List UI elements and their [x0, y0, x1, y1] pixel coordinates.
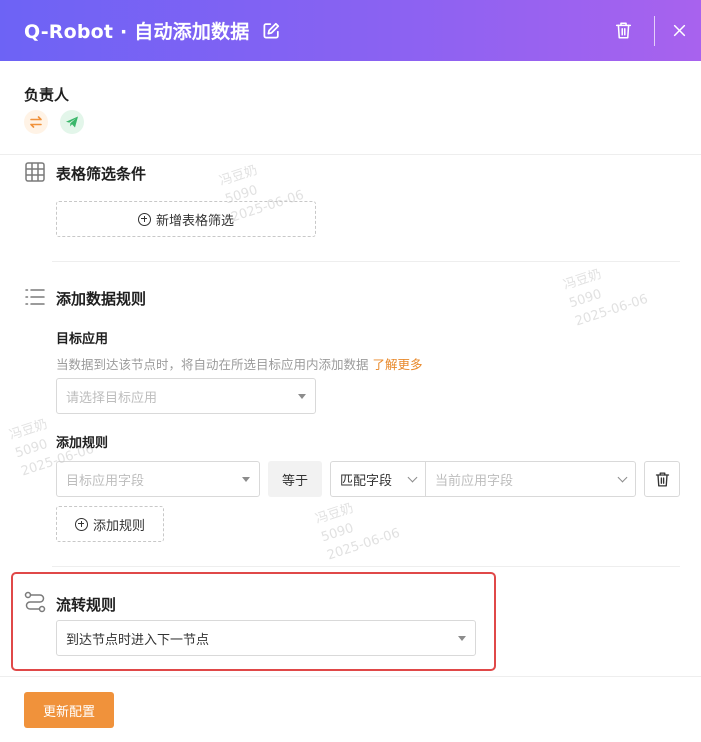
flow-rule-select[interactable]: 到达节点时进入下一节点: [56, 620, 476, 656]
close-button[interactable]: [671, 23, 687, 39]
divider: [0, 154, 701, 155]
caret-down-icon: [458, 635, 466, 641]
owner-label: 负责人: [24, 86, 70, 104]
current-field-placeholder: 当前应用字段: [435, 473, 514, 489]
table-icon: [25, 162, 45, 182]
send-notification-button[interactable]: [60, 110, 84, 134]
edit-title-button[interactable]: [261, 21, 281, 41]
header-divider: [654, 15, 655, 46]
owner-avatars: [24, 110, 84, 134]
divider: [52, 261, 680, 262]
target-app-hint-text: 当数据到达该节点时，将自动在所选目标应用内添加数据: [56, 357, 369, 372]
rules-label: 添加规则: [56, 436, 109, 451]
update-config-button[interactable]: 更新配置: [24, 692, 114, 728]
add-table-filter-label: 新增表格筛选: [155, 213, 234, 229]
learn-more-link[interactable]: 了解更多: [373, 357, 423, 372]
match-type-value: 匹配字段: [340, 473, 393, 489]
target-app-label: 目标应用: [56, 332, 109, 347]
current-field-select[interactable]: 当前应用字段: [425, 461, 636, 497]
add-table-filter-button[interactable]: 新增表格筛选: [56, 201, 316, 237]
flow-rule-value: 到达节点时进入下一节点: [66, 632, 210, 648]
edit-icon: [263, 22, 280, 39]
add-rule-title: 添加数据规则: [56, 290, 147, 308]
delete-button[interactable]: [612, 20, 634, 42]
add-rule-button[interactable]: 添加规则: [56, 506, 164, 542]
page-title: Q-Robot · 自动添加数据: [24, 21, 250, 43]
flow-icon: [24, 591, 46, 613]
delete-rule-button[interactable]: [644, 461, 680, 497]
swap-icon: [30, 116, 42, 128]
target-app-placeholder: 请选择目标应用: [66, 390, 158, 406]
chevron-down-icon: [407, 472, 418, 482]
target-field-select[interactable]: 目标应用字段: [56, 461, 260, 497]
list-icon: [25, 289, 45, 305]
caret-down-icon: [242, 476, 250, 482]
chevron-down-icon: [617, 472, 628, 482]
flow-rule-title: 流转规则: [56, 596, 117, 614]
modal-header: Q-Robot · 自动添加数据: [0, 0, 701, 61]
target-app-hint: 当数据到达该节点时，将自动在所选目标应用内添加数据 了解更多: [56, 354, 423, 373]
target-app-select[interactable]: 请选择目标应用: [56, 378, 316, 414]
plus-circle-icon: [74, 517, 88, 531]
plus-circle-icon: [137, 212, 151, 226]
trash-icon: [615, 22, 631, 39]
watermark: 冯豆奶 5090 2025-06-06: [561, 266, 650, 330]
send-icon: [66, 116, 78, 128]
close-icon: [673, 24, 685, 37]
operator-label: 等于: [268, 461, 322, 497]
match-type-select[interactable]: 匹配字段: [330, 461, 426, 497]
trash-icon: [655, 471, 669, 487]
add-rule-label: 添加规则: [92, 518, 145, 534]
watermark: 冯豆奶 5090 2025-06-06: [313, 500, 402, 564]
caret-down-icon: [298, 393, 306, 399]
target-field-placeholder: 目标应用字段: [66, 473, 145, 489]
transfer-owner-button[interactable]: [24, 110, 48, 134]
header-actions: [612, 0, 687, 61]
table-filter-title: 表格筛选条件: [56, 165, 147, 183]
divider: [52, 566, 680, 567]
footer-divider: [0, 676, 701, 677]
